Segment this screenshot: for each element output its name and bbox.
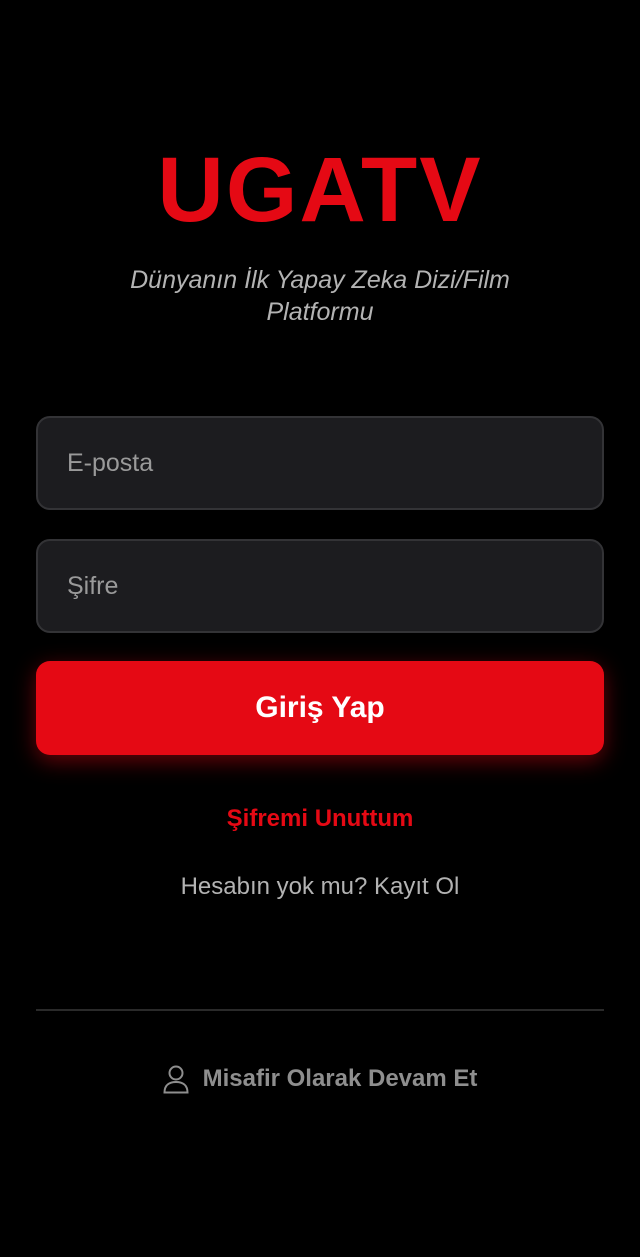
divider <box>36 1009 604 1011</box>
app-logo: UGATV <box>157 139 483 241</box>
login-screen: UGATV Dünyanın İlk Yapay Zeka Dizi/Film … <box>0 0 640 1257</box>
password-input[interactable] <box>36 539 604 633</box>
guest-continue-button[interactable]: Misafir Olarak Devam Et <box>0 1064 640 1094</box>
register-row: Hesabın yok mu? Kayıt Ol <box>0 872 640 902</box>
no-account-text: Hesabın yok mu? <box>180 873 368 900</box>
user-icon <box>163 1064 189 1094</box>
guest-label: Misafir Olarak Devam Et <box>202 1065 478 1092</box>
email-input[interactable] <box>36 416 604 510</box>
tagline: Dünyanın İlk Yapay Zeka Dizi/Film Platfo… <box>130 266 510 326</box>
forgot-password-link[interactable]: Şifremi Unuttum <box>227 805 414 832</box>
register-link[interactable]: Kayıt Ol <box>374 873 459 900</box>
forgot-password-row: Şifremi Unuttum <box>0 804 640 834</box>
login-button[interactable]: Giriş Yap <box>36 661 604 755</box>
